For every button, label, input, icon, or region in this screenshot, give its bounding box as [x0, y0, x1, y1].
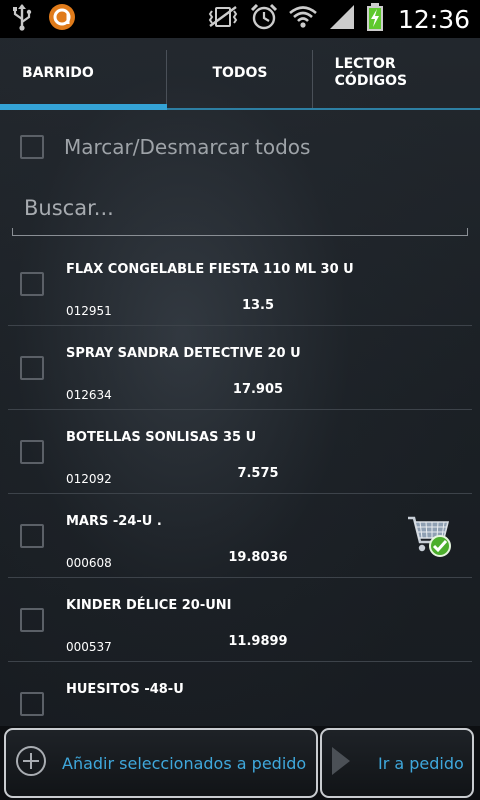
- item-checkbox[interactable]: [20, 356, 44, 380]
- item-checkbox[interactable]: [20, 440, 44, 464]
- list-item[interactable]: HUESITOS -48-U: [0, 662, 480, 730]
- avast-icon: [48, 3, 76, 35]
- item-name: BOTELLAS SONLISAS 35 U: [66, 430, 257, 445]
- signal-icon: [328, 3, 356, 35]
- tab-label-line-1: LECTOR: [334, 56, 396, 72]
- item-checkbox[interactable]: [20, 692, 44, 716]
- item-name: FLAX CONGELABLE FIESTA 110 ML 30 U: [66, 262, 354, 277]
- tab-label: TODOS: [212, 64, 268, 81]
- usb-icon: [12, 3, 32, 35]
- item-price: 13.5: [241, 298, 275, 313]
- tab-label: BARRIDO: [22, 64, 94, 81]
- status-bar: 12:36: [0, 0, 480, 38]
- bottom-action-bar: Añadir seleccionados a pedido Ir a pedid…: [0, 726, 480, 800]
- clock: 12:36: [397, 4, 470, 34]
- item-code: 000608: [66, 556, 112, 570]
- tab-bar: BARRIDO TODOS LECTOR CÓDIGOS: [0, 38, 480, 110]
- item-code: 012092: [66, 472, 112, 486]
- alarm-icon: [250, 3, 278, 35]
- item-code: 012951: [66, 304, 112, 318]
- item-price: 17.905: [232, 382, 284, 397]
- item-name: HUESITOS -48-U: [66, 682, 184, 697]
- go-to-order-label: Ir a pedido: [378, 753, 464, 773]
- tab-barrido[interactable]: BARRIDO: [0, 38, 168, 110]
- vibrate-mute-icon: [206, 4, 240, 34]
- tab-label-line-2: CÓDIGOS: [334, 73, 408, 89]
- search-underline: [12, 228, 468, 236]
- mark-all-label[interactable]: Marcar/Desmarcar todos: [64, 135, 310, 159]
- product-list[interactable]: FLAX CONGELABLE FIESTA 110 ML 30 U 01295…: [0, 242, 480, 730]
- mark-all-checkbox[interactable]: [20, 135, 44, 159]
- search-box: [12, 186, 468, 236]
- tab-lector-codigos[interactable]: LECTOR CÓDIGOS: [313, 38, 480, 108]
- play-arrow-icon: [330, 744, 352, 782]
- list-item[interactable]: SPRAY SANDRA DETECTIVE 20 U 012634 17.90…: [0, 326, 480, 410]
- item-name: KINDER DÉLICE 20-UNI: [66, 598, 232, 613]
- item-checkbox[interactable]: [20, 608, 44, 632]
- item-checkbox[interactable]: [20, 524, 44, 548]
- battery-charging-icon: [366, 2, 384, 36]
- item-name: SPRAY SANDRA DETECTIVE 20 U: [66, 346, 301, 361]
- go-to-order-button[interactable]: Ir a pedido: [320, 728, 474, 798]
- item-price: 7.575: [237, 466, 279, 481]
- item-code: 000537: [66, 640, 112, 654]
- item-code: 012634: [66, 388, 112, 402]
- item-name: MARS -24-U .: [66, 514, 162, 529]
- mark-all-row: Marcar/Desmarcar todos: [0, 114, 480, 180]
- item-price: 19.8036: [228, 550, 288, 565]
- list-item[interactable]: FLAX CONGELABLE FIESTA 110 ML 30 U 01295…: [0, 242, 480, 326]
- cart-added-icon: [404, 510, 454, 560]
- tab-todos[interactable]: TODOS: [167, 38, 313, 108]
- item-checkbox[interactable]: [20, 272, 44, 296]
- add-selected-to-order-button[interactable]: Añadir seleccionados a pedido: [4, 728, 318, 798]
- item-price: 11.9899: [228, 634, 288, 649]
- add-selected-label: Añadir seleccionados a pedido: [62, 753, 307, 773]
- add-circle-icon: [14, 744, 48, 782]
- list-item[interactable]: KINDER DÉLICE 20-UNI 000537 11.9899: [0, 578, 480, 662]
- screen: 12:36 BARRIDO TODOS LECTOR CÓDIGOS Marca…: [0, 0, 480, 800]
- list-item[interactable]: BOTELLAS SONLISAS 35 U 012092 7.575: [0, 410, 480, 494]
- wifi-icon: [288, 4, 318, 34]
- tab-label: LECTOR CÓDIGOS: [335, 56, 407, 90]
- search-input[interactable]: [12, 186, 468, 230]
- list-item[interactable]: MARS -24-U . 000608 19.8036: [0, 494, 480, 578]
